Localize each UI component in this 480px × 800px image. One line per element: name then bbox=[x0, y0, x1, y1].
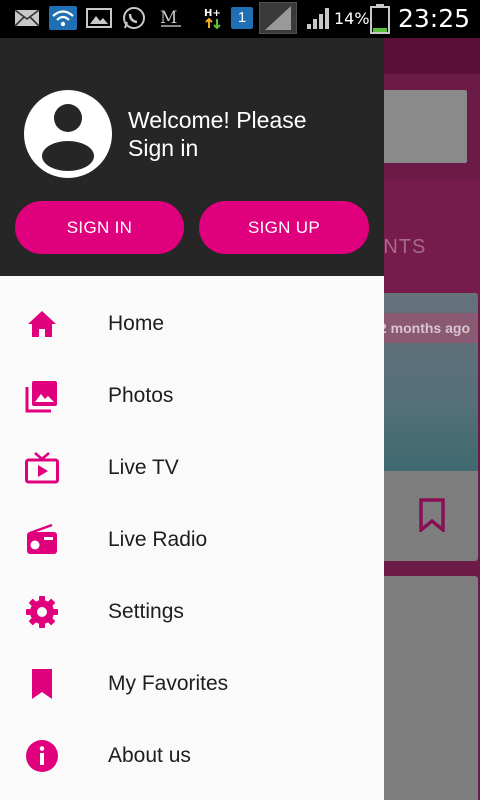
data-arrows-icon: H+ bbox=[204, 8, 221, 30]
menu-item-label: My Favorites bbox=[108, 672, 229, 695]
home-icon bbox=[28, 311, 56, 337]
network-type-label: H+ bbox=[204, 8, 221, 19]
radio-icon bbox=[27, 523, 57, 554]
battery-icon bbox=[370, 4, 390, 34]
whatsapp-icon bbox=[123, 7, 145, 29]
battery-percent: 14% bbox=[334, 9, 370, 28]
settings-icon bbox=[26, 596, 58, 628]
mail-icon bbox=[14, 9, 40, 27]
mediacom-icon: M bbox=[160, 8, 181, 28]
sign-up-button[interactable]: SIGN UP bbox=[199, 201, 369, 254]
clock: 23:25 bbox=[398, 4, 471, 33]
menu-item-label: Photos bbox=[108, 384, 174, 407]
menu-item-label: About us bbox=[108, 744, 191, 767]
menu-item-label: Live TV bbox=[108, 456, 179, 479]
signal-icon bbox=[259, 2, 297, 34]
live-tv-icon bbox=[25, 452, 59, 484]
welcome-line-1: Welcome! Please bbox=[128, 107, 307, 133]
bookmark-icon bbox=[419, 498, 445, 532]
signal-bars-icon bbox=[307, 8, 329, 29]
image-icon bbox=[86, 8, 112, 28]
bookmark-icon bbox=[32, 669, 52, 699]
menu-item-live-tv[interactable]: Live TV bbox=[0, 432, 384, 504]
drawer-header: Welcome! Please Sign in SIGN IN SIGN UP bbox=[0, 38, 384, 276]
menu-item-my-favorites[interactable]: My Favorites bbox=[0, 648, 384, 720]
menu-item-live-radio[interactable]: Live Radio bbox=[0, 504, 384, 576]
avatar bbox=[24, 90, 112, 178]
menu-item-photos[interactable]: Photos bbox=[0, 360, 384, 432]
photos-icon bbox=[25, 381, 57, 413]
welcome-line-2: Sign in bbox=[128, 135, 199, 161]
sim-icon: 1 bbox=[231, 7, 253, 29]
menu-item-settings[interactable]: Settings bbox=[0, 576, 384, 648]
menu-item-label: Home bbox=[108, 312, 165, 335]
menu-item-label: Settings bbox=[108, 600, 184, 623]
menu-item-home[interactable]: Home bbox=[0, 288, 384, 360]
sim-badge: 1 bbox=[237, 9, 247, 26]
navigation-drawer: Welcome! Please Sign in SIGN IN SIGN UP … bbox=[0, 38, 384, 800]
status-bar: M H+ 1 14% 23:25 bbox=[0, 0, 480, 38]
wifi-icon bbox=[49, 6, 77, 30]
menu-item-about-us[interactable]: About us bbox=[0, 720, 384, 792]
info-icon bbox=[26, 740, 58, 772]
welcome-text: Welcome! Please Sign in bbox=[128, 106, 368, 162]
sign-in-button[interactable]: SIGN IN bbox=[15, 201, 184, 254]
menu-item-label: Live Radio bbox=[108, 528, 208, 551]
user-icon bbox=[42, 104, 94, 171]
